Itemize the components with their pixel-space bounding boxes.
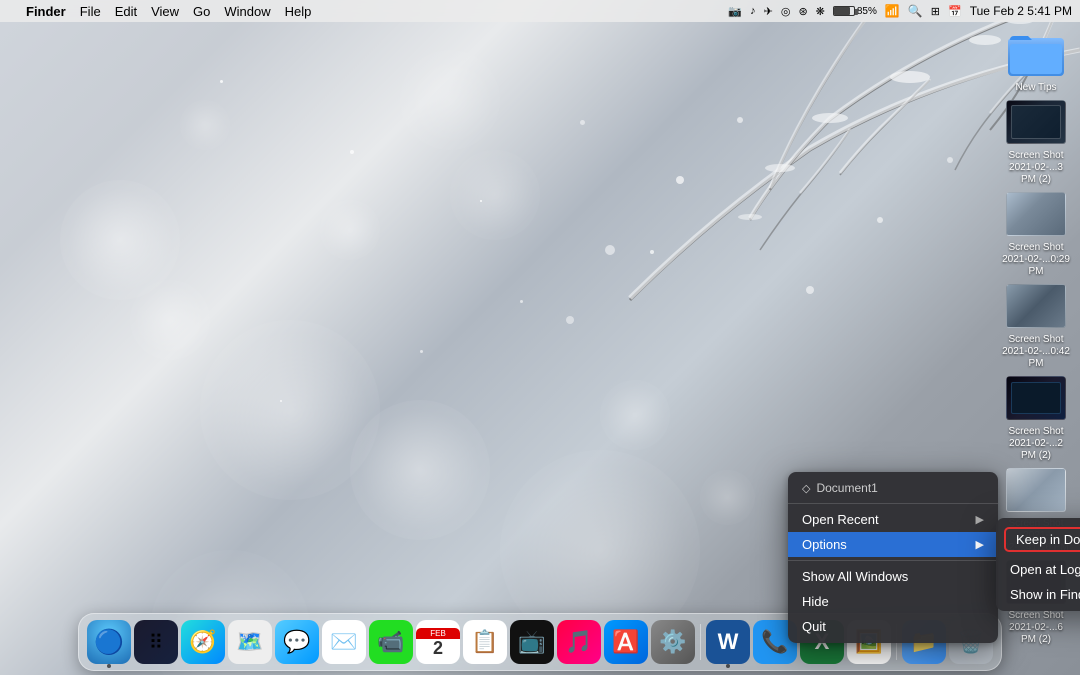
desktop-icon-label-screenshot2: Screen Shot2021-02-...0:29 PM	[1001, 242, 1071, 278]
dock-item-appletv[interactable]: 📺	[510, 620, 554, 664]
hide-label: Hide	[802, 594, 829, 609]
dock-item-facetime[interactable]: 📹	[369, 620, 413, 664]
dock-item-messages[interactable]: 💬	[275, 620, 319, 664]
desktop-branches	[430, 0, 1080, 520]
context-menu-options[interactable]: Options ▶	[788, 532, 998, 557]
dock-item-finder[interactable]: 🔵	[87, 620, 131, 664]
context-menu-header-label: Document1	[816, 481, 877, 495]
submenu-show-in-finder[interactable]: Show in Finder	[996, 582, 1080, 607]
desktop-icon-screenshot3[interactable]: Screen Shot2021-02-...0:42 PM	[1000, 284, 1072, 370]
quit-label: Quit	[802, 619, 826, 634]
desktop-icon-label-screenshot1: Screen Shot2021-02-...3 PM (2)	[1001, 150, 1071, 186]
papercrane-icon[interactable]: ✈	[764, 5, 773, 18]
desktop-icon-label-new-tips: New Tips	[1015, 82, 1056, 94]
options-arrow: ▶	[976, 538, 984, 551]
context-menu-separator-mid	[788, 560, 998, 561]
menubar-go[interactable]: Go	[193, 4, 210, 19]
desktop-icon-screenshot4[interactable]: Screen Shot2021-02-...2 PM (2)	[1000, 376, 1072, 462]
dock-item-word[interactable]: W	[706, 620, 750, 664]
music-icon[interactable]: ♪	[750, 5, 756, 17]
context-menu-hide[interactable]: Hide	[788, 589, 998, 614]
context-menu: ◇ Document1 Open Recent ▶ Options ▶ Show…	[788, 472, 998, 643]
wifi-signal-icon[interactable]: 📶	[885, 4, 900, 18]
context-menu-quit[interactable]: Quit	[788, 614, 998, 639]
datetime: Tue Feb 2 5:41 PM	[970, 4, 1072, 18]
menubar-left: Finder File Edit View Go Window Help	[8, 4, 311, 19]
submenu-keep-in-dock[interactable]: Keep in Dock	[1004, 527, 1080, 552]
search-icon[interactable]: 🔍	[908, 4, 923, 18]
circle-icon[interactable]: ◎	[781, 5, 791, 18]
context-menu-header: ◇ Document1	[788, 476, 998, 500]
dock-item-safari[interactable]: 🧭	[181, 620, 225, 664]
context-menu-show-all-windows[interactable]: Show All Windows	[788, 564, 998, 589]
webcam-icon[interactable]: 📷	[728, 5, 742, 18]
dock-item-word-dot	[726, 664, 730, 668]
dock-item-systemprefs[interactable]: ⚙️	[651, 620, 695, 664]
menubar-edit[interactable]: Edit	[115, 4, 137, 19]
menubar-finder[interactable]: Finder	[26, 4, 66, 19]
battery-icon[interactable]: 85%	[833, 6, 877, 17]
desktop-icon-label-screenshot3: Screen Shot2021-02-...0:42 PM	[1001, 334, 1071, 370]
wifi-icon[interactable]: ⊛	[798, 5, 807, 18]
menubar-view[interactable]: View	[151, 4, 179, 19]
dock-item-music[interactable]: 🎵	[557, 620, 601, 664]
notifications-icon[interactable]: 📅	[948, 5, 962, 18]
desktop-icon-screenshot2[interactable]: Screen Shot2021-02-...0:29 PM	[1000, 192, 1072, 278]
dock-item-mail[interactable]: ✉️	[322, 620, 366, 664]
dock-item-appstore[interactable]: 🅰️	[604, 620, 648, 664]
show-all-windows-label: Show All Windows	[802, 569, 908, 584]
submenu-open-at-login[interactable]: Open at Login	[996, 557, 1080, 582]
open-at-login-label: Open at Login	[1010, 562, 1080, 577]
context-menu-open-recent[interactable]: Open Recent ▶	[788, 507, 998, 532]
menubar-file[interactable]: File	[80, 4, 101, 19]
desktop-icon-label-screenshot6: Screen Shot2021-02-...6 PM (2)	[1001, 610, 1071, 646]
context-menu-separator-top	[788, 503, 998, 504]
menubar: Finder File Edit View Go Window Help 📷 ♪…	[0, 0, 1080, 22]
dock-item-reminders[interactable]: 📋	[463, 620, 507, 664]
desktop-icon-screenshot1[interactable]: Screen Shot2021-02-...3 PM (2)	[1000, 100, 1072, 186]
control-center-icon[interactable]: ⊞	[931, 5, 940, 18]
desktop-icon-label-screenshot4: Screen Shot2021-02-...2 PM (2)	[1001, 426, 1071, 462]
open-recent-label: Open Recent	[802, 512, 879, 527]
context-menu-header-icon: ◇	[802, 482, 810, 495]
menubar-window[interactable]: Window	[224, 4, 270, 19]
keep-in-dock-label: Keep in Dock	[1016, 532, 1080, 547]
bluetooth-icon[interactable]: ❋	[816, 5, 825, 18]
open-recent-arrow: ▶	[976, 513, 984, 526]
dock-item-finder-dot	[107, 664, 111, 668]
show-in-finder-label: Show in Finder	[1010, 587, 1080, 602]
desktop-icon-new-tips[interactable]: New Tips	[1000, 30, 1072, 94]
dock-item-maps[interactable]: 🗺️	[228, 620, 272, 664]
dock-item-calendar[interactable]: FEB 2	[416, 620, 460, 664]
options-label: Options	[802, 537, 847, 552]
options-submenu: Keep in Dock Open at Login Show in Finde…	[996, 518, 1080, 611]
dock-separator	[700, 624, 701, 660]
submenu-keep-in-dock-wrapper: Keep in Dock	[996, 522, 1080, 557]
dock-item-launchpad[interactable]: ⠿	[134, 620, 178, 664]
menubar-help[interactable]: Help	[285, 4, 312, 19]
menubar-right: 📷 ♪ ✈ ◎ ⊛ ❋ 85% 📶 🔍 ⊞ 📅 Tue Feb 2 5:41 P…	[728, 4, 1072, 18]
